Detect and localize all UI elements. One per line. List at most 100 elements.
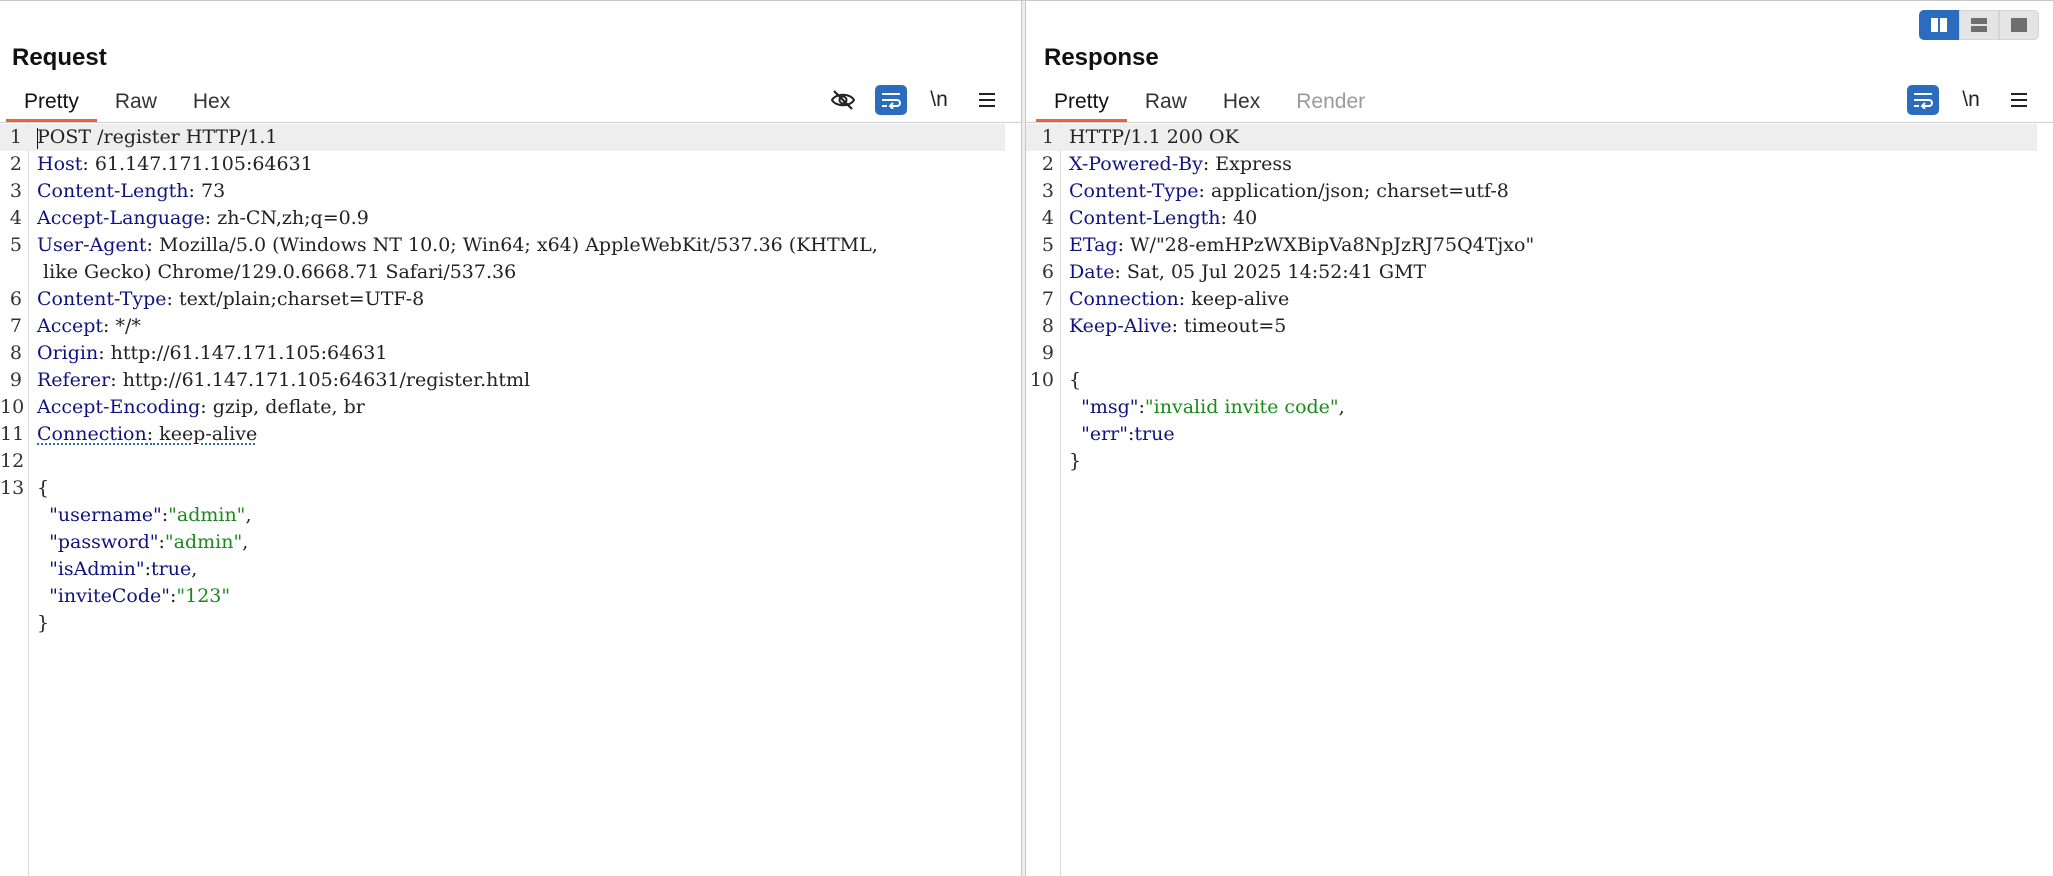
- line-content: Accept-Language: zh-CN,zh;q=0.9: [37, 205, 369, 232]
- line-number: 9: [1041, 342, 1054, 364]
- newline-toggle-button[interactable]: \n: [923, 85, 955, 115]
- code-line: 8 Origin: http://61.147.171.105:64631: [0, 340, 1005, 367]
- header-name: Content-Length: [1069, 207, 1221, 229]
- line-text: {: [1069, 369, 1082, 391]
- header-name: Host: [37, 153, 83, 175]
- code-line: "username":"admin",: [0, 502, 1005, 529]
- response-panel: Response Pretty Raw Hex Render \n 1 HTTP/…: [1026, 1, 2053, 876]
- response-tab-hex[interactable]: Hex: [1205, 86, 1278, 119]
- line-content: Accept: */*: [37, 313, 141, 340]
- code-line: "isAdmin":true,: [0, 556, 1005, 583]
- json-value: "admin": [168, 504, 246, 526]
- header-value: timeout=5: [1178, 315, 1287, 337]
- eye-off-icon[interactable]: [827, 85, 859, 115]
- header-value: W/"28-emHPzWXBipVa8NpJzRJ75Q4Tjxo": [1123, 234, 1535, 256]
- line-content: "username":"admin",: [37, 502, 251, 529]
- response-tab-raw[interactable]: Raw: [1127, 86, 1205, 119]
- header-name: Accept: [37, 315, 104, 337]
- line-content: Origin: http://61.147.171.105:64631: [37, 340, 387, 367]
- line-content: POST /register HTTP/1.1: [37, 124, 277, 151]
- line-number: 11: [0, 423, 25, 445]
- request-tab-pretty[interactable]: Pretty: [6, 86, 97, 122]
- line-number: 12: [0, 450, 25, 472]
- line-number: 1: [9, 126, 22, 148]
- line-content: }: [1069, 448, 1081, 475]
- comma: ,: [245, 504, 252, 526]
- header-name: Connection: [37, 423, 147, 445]
- header-name: Content-Length: [37, 180, 189, 202]
- header-name: Connection: [1069, 288, 1179, 310]
- hamburger-menu-icon[interactable]: [2003, 85, 2035, 115]
- json-key: "err": [1081, 423, 1128, 445]
- response-editor[interactable]: 1 HTTP/1.1 200 OK 2 X-Powered-By: Express 3 C…: [1026, 123, 2053, 876]
- json-value: true: [1134, 423, 1175, 445]
- line-content: ETag: W/"28-emHPzWXBipVa8NpJzRJ75Q4Tjxo": [1069, 232, 1534, 259]
- line-content: Connection: keep-alive: [1069, 286, 1289, 313]
- line-number: 8: [1041, 315, 1054, 337]
- line-content: {: [1069, 367, 1081, 394]
- word-wrap-icon[interactable]: [1907, 85, 1939, 115]
- header-name: User-Agent: [37, 234, 147, 256]
- line-number: 6: [9, 288, 22, 310]
- json-key: "inviteCode": [49, 585, 170, 607]
- line-content: "msg":"invalid invite code",: [1069, 394, 1345, 421]
- request-panel: Request Pretty Raw Hex \n 1 POST /regist…: [0, 1, 1021, 876]
- line-content: Accept-Encoding: gzip, deflate, br: [37, 394, 365, 421]
- code-line: 2 Host: 61.147.171.105:64631: [0, 151, 1005, 178]
- code-line: 2 X-Powered-By: Express: [1026, 151, 2037, 178]
- newline-toggle-button[interactable]: \n: [1955, 85, 1987, 115]
- header-name: Origin: [37, 342, 99, 364]
- line-number: 5: [1041, 234, 1054, 256]
- line-number: 3: [9, 180, 22, 202]
- word-wrap-icon[interactable]: [875, 85, 907, 115]
- code-line: 4 Accept-Language: zh-CN,zh;q=0.9: [0, 205, 1005, 232]
- request-tab-raw[interactable]: Raw: [97, 86, 175, 119]
- header-name: Content-Type: [37, 288, 167, 310]
- line-content: HTTP/1.1 200 OK: [1069, 124, 1239, 151]
- line-content: Host: 61.147.171.105:64631: [37, 151, 313, 178]
- code-line: }: [0, 610, 1005, 637]
- code-line: 1 POST /register HTTP/1.1: [0, 124, 1005, 151]
- code-line: 3 Content-Type: application/json; charset…: [1026, 178, 2037, 205]
- line-content: Connection: keep-alive: [37, 421, 257, 448]
- line-number: 8: [9, 342, 22, 364]
- header-value: text/plain;charset=UTF-8: [172, 288, 425, 310]
- code-line: 6 Content-Type: text/plain;charset=UTF-8: [0, 286, 1005, 313]
- line-content: Content-Type: text/plain;charset=UTF-8: [37, 286, 424, 313]
- header-value: Sat, 05 Jul 2025 14:52:41 GMT: [1120, 261, 1427, 283]
- line-number: 7: [9, 315, 22, 337]
- header-value: keep-alive: [153, 423, 258, 445]
- header-value: http://61.147.171.105:64631: [104, 342, 388, 364]
- header-name: ETag: [1069, 234, 1118, 256]
- line-content: }: [37, 610, 49, 637]
- request-editor[interactable]: 1 POST /register HTTP/1.1 2 Host: 61.147.17…: [0, 123, 1021, 876]
- response-tab-pretty[interactable]: Pretty: [1036, 86, 1127, 122]
- json-value: "123": [176, 585, 231, 607]
- line-content: "inviteCode":"123": [37, 583, 230, 610]
- json-key: "password": [49, 531, 159, 553]
- request-tabs: Pretty Raw Hex: [6, 86, 248, 122]
- line-content: Content-Length: 73: [37, 178, 225, 205]
- line-text: }: [37, 612, 50, 634]
- code-line: 7 Accept: */*: [0, 313, 1005, 340]
- header-value: zh-CN,zh;q=0.9: [211, 207, 369, 229]
- code-line: 13 {: [0, 475, 1005, 502]
- request-tab-hex[interactable]: Hex: [175, 86, 248, 119]
- code-line: 5 User-Agent: Mozilla/5.0 (Windows NT 10.…: [0, 232, 1005, 259]
- line-content: Keep-Alive: timeout=5: [1069, 313, 1286, 340]
- header-value: gzip, deflate, br: [206, 396, 365, 418]
- json-value: "admin": [164, 531, 243, 553]
- json-value: true: [151, 558, 192, 580]
- code-line: "inviteCode":"123": [0, 583, 1005, 610]
- code-line: like Gecko) Chrome/129.0.6668.71 Safari/…: [0, 259, 1005, 286]
- header-name: Date: [1069, 261, 1115, 283]
- line-content: Date: Sat, 05 Jul 2025 14:52:41 GMT: [1069, 259, 1426, 286]
- response-toolbar: \n: [1907, 85, 2035, 115]
- code-line: 12: [0, 448, 1005, 475]
- comma: ,: [191, 558, 198, 580]
- response-tab-render[interactable]: Render: [1278, 86, 1383, 119]
- hamburger-menu-icon[interactable]: [971, 85, 1003, 115]
